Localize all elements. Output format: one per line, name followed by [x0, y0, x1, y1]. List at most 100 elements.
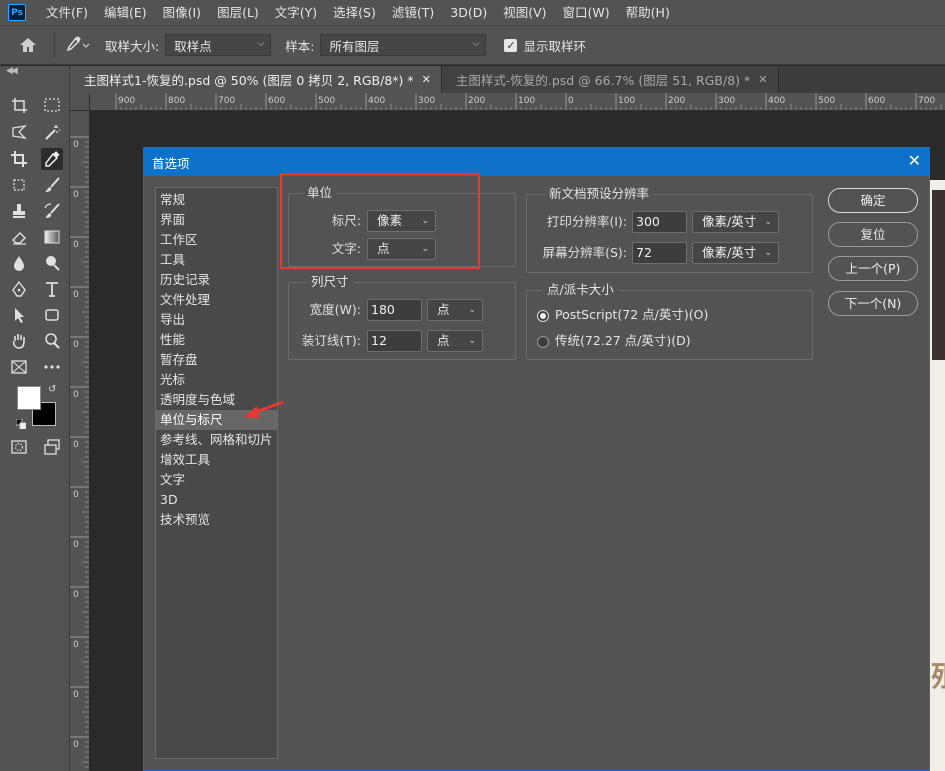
menu-edit[interactable]: 编辑(E) [96, 0, 155, 25]
menu-3d[interactable]: 3D(D) [442, 0, 495, 25]
edit-toolbar-icon[interactable] [8, 356, 30, 378]
preferences-category-item[interactable]: 工作区 [156, 230, 277, 250]
gradient-tool-icon[interactable] [41, 226, 63, 248]
column-width-unit-select[interactable]: 点 ⌄ [427, 299, 483, 321]
postscript-radio[interactable] [537, 310, 549, 322]
screen-resolution-input[interactable]: 72 [632, 242, 687, 264]
column-width-input[interactable]: 180 [367, 299, 422, 321]
menu-filter[interactable]: 滤镜(T) [384, 0, 442, 25]
lasso-tool-icon[interactable] [8, 121, 30, 143]
ruler-units-select[interactable]: 像素 ⌄ [367, 210, 436, 232]
preferences-category-item[interactable]: 增效工具 [156, 450, 277, 470]
collapse-panel-icon[interactable]: ◀◀ [6, 66, 18, 76]
preferences-category-item[interactable]: 性能 [156, 330, 277, 350]
preferences-category-item[interactable]: 文件处理 [156, 290, 277, 310]
preferences-category-item[interactable]: 历史记录 [156, 270, 277, 290]
dialog-title-bar[interactable]: 首选项 ✕ [144, 148, 929, 176]
next-button[interactable]: 下一个(N) [828, 291, 918, 316]
quick-mask-icon[interactable] [8, 436, 30, 458]
dodge-tool-icon[interactable] [41, 252, 63, 274]
sample-size-select[interactable]: 取样点 ⌵ [165, 34, 272, 56]
ruler-tick-label: 0 [73, 390, 79, 400]
preferences-category-item[interactable]: 暂存盘 [156, 350, 277, 370]
history-brush-tool-icon[interactable] [41, 200, 63, 222]
crop-tool-icon[interactable] [8, 148, 30, 170]
zoom-tool-icon[interactable] [41, 330, 63, 352]
hand-tool-icon[interactable] [8, 330, 30, 352]
path-selection-tool-icon[interactable] [8, 304, 30, 326]
menu-file[interactable]: 文件(F) [38, 0, 96, 25]
home-icon[interactable] [18, 36, 38, 54]
close-icon[interactable]: ✕ [908, 152, 921, 170]
frame-tool-icon[interactable] [8, 174, 30, 196]
brush-tool-icon[interactable] [41, 174, 63, 196]
preferences-category-item[interactable]: 常规 [156, 190, 277, 210]
default-colors-icon[interactable] [15, 418, 27, 430]
resolution-group-title: 新文档预设分辨率 [545, 186, 654, 202]
preferences-category-item[interactable]: 技术预览 [156, 510, 277, 530]
preferences-category-item[interactable]: 工具 [156, 250, 277, 270]
preferences-category-item[interactable]: 文字 [156, 470, 277, 490]
type-units-select[interactable]: 点 ⌄ [367, 238, 436, 260]
dialog-title: 首选项 [152, 155, 190, 171]
ruler-tick-label: 600 [268, 96, 285, 106]
preferences-category-item[interactable]: 参考线、网格和切片 [156, 430, 277, 450]
eyedropper-tool-icon[interactable] [41, 148, 63, 170]
ruler-tick-label: 0 [73, 440, 79, 450]
menu-help[interactable]: 帮助(H) [618, 0, 678, 25]
menu-select[interactable]: 选择(S) [325, 0, 384, 25]
magic-wand-tool-icon[interactable] [41, 121, 63, 143]
type-tool-icon[interactable] [41, 278, 63, 300]
previous-button[interactable]: 上一个(P) [828, 256, 918, 281]
reset-button[interactable]: 复位 [828, 222, 918, 247]
preferences-category-item[interactable]: 单位与标尺 [156, 410, 277, 430]
preferences-category-item[interactable]: 透明度与色域 [156, 390, 277, 410]
ok-button[interactable]: 确定 [828, 188, 918, 213]
screen-resolution-unit-select[interactable]: 像素/英寸 ⌄ [692, 242, 779, 264]
close-icon[interactable]: ✕ [422, 73, 431, 86]
more-tools-icon[interactable] [41, 356, 63, 378]
gutter-input[interactable]: 12 [367, 330, 422, 352]
show-sampling-ring-checkbox[interactable]: ✓ [504, 38, 518, 52]
sample-select[interactable]: 所有图层 ⌵ [320, 34, 487, 56]
preferences-category-item[interactable]: 光标 [156, 370, 277, 390]
horizontal-ruler[interactable]: 900 800 700 600 500 400 300 200 100 0 100 200 300 400… [90, 93, 945, 111]
pen-tool-icon[interactable] [8, 278, 30, 300]
print-resolution-input[interactable]: 300 [632, 211, 687, 233]
preferences-category-item[interactable]: 界面 [156, 210, 277, 230]
stamp-tool-icon[interactable] [8, 200, 30, 222]
ruler-tick-label: 500 [318, 96, 335, 106]
eraser-tool-icon[interactable] [8, 226, 30, 248]
ruler-origin[interactable] [70, 93, 90, 111]
preferences-category-list: 常规 界面 工作区 工具 历史记录 文件处理 导出 性能 暂存盘 光标 透明度与色域 单位与标尺 参考线… [155, 187, 278, 759]
blur-tool-icon[interactable] [8, 252, 30, 274]
menu-image[interactable]: 图像(I) [155, 0, 209, 25]
ruler-tick-label: 100 [618, 96, 635, 106]
menu-view[interactable]: 视图(V) [495, 0, 554, 25]
options-separator [54, 32, 55, 58]
close-icon[interactable]: ✕ [758, 73, 767, 86]
preferences-category-item[interactable]: 3D [156, 490, 277, 510]
tab-document-1[interactable]: 主图样式1-恢复的.psd @ 50% (图层 0 拷贝 2, RGB/8*) … [70, 66, 442, 93]
tab-document-2[interactable]: 主图样式-恢复的.psd @ 66.7% (图层 51, RGB/8) * ✕ [441, 66, 779, 93]
ruler-tick-label: 200 [468, 96, 485, 106]
screen-mode-icon[interactable] [41, 436, 63, 458]
foreground-color-swatch[interactable] [17, 386, 41, 410]
ruler-tick-label: 900 [118, 96, 135, 106]
menu-layer[interactable]: 图层(L) [209, 0, 267, 25]
eyedropper-preset-icon[interactable] [65, 35, 91, 55]
menu-window[interactable]: 窗口(W) [555, 0, 618, 25]
print-resolution-unit-select[interactable]: 像素/英寸 ⌄ [692, 211, 779, 233]
gutter-unit-select[interactable]: 点 ⌄ [427, 330, 483, 352]
ruler-tick-label: 0 [73, 490, 79, 500]
marquee-tool-icon[interactable] [41, 94, 63, 116]
artboard-tool-icon[interactable] [8, 94, 30, 116]
sample-size-value: 取样点 [174, 38, 212, 54]
new-document-resolution-group: 新文档预设分辨率 打印分辨率(I): 300 像素/英寸 ⌄ 屏幕分辨率(S):… [526, 186, 813, 273]
menu-type[interactable]: 文字(Y) [267, 0, 325, 25]
vertical-ruler[interactable]: 0 0 0 0 0 0 0 0 0 0 0 0 0 [70, 111, 90, 771]
swap-colors-icon[interactable]: ↺ [48, 384, 56, 395]
traditional-radio[interactable] [537, 336, 549, 348]
preferences-category-item[interactable]: 导出 [156, 310, 277, 330]
rectangle-tool-icon[interactable] [41, 304, 63, 326]
